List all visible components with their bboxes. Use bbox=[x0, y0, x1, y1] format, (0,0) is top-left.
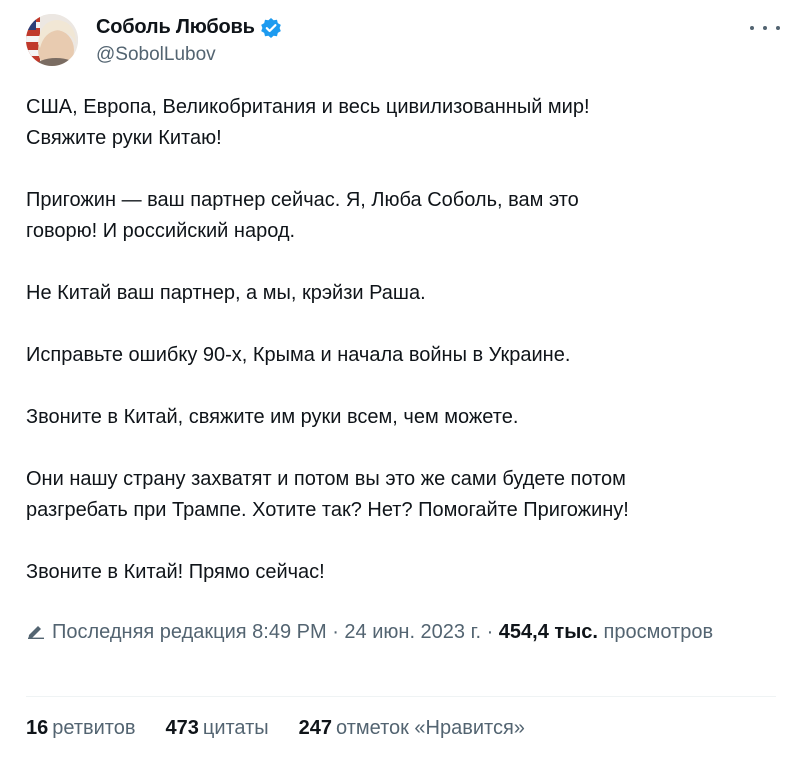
meta-separator: · bbox=[481, 621, 499, 643]
tweet-paragraph: США, Европа, Великобритания и весь цивил… bbox=[26, 96, 590, 149]
views-count: 454,4 тыс. bbox=[498, 621, 598, 643]
tweet-paragraph: Пригожин — ваш партнер сейчас. Я, Люба С… bbox=[26, 189, 579, 242]
more-horizontal-icon[interactable] bbox=[750, 18, 780, 38]
user-handle[interactable]: @SobolLubov bbox=[96, 44, 216, 66]
name-row: Соболь Любовь bbox=[96, 16, 282, 39]
tweet-text: США, Европа, Великобритания и весь цивил… bbox=[26, 92, 776, 619]
tweet-date[interactable]: 24 июн. 2023 г. bbox=[344, 621, 481, 643]
tweet-meta: Последняя редакция 8:49 PM · 24 июн. 202… bbox=[26, 618, 766, 647]
tweet-paragraph: Не Китай ваш партнер, а мы, крэйзи Раша. bbox=[26, 282, 426, 304]
pencil-icon bbox=[26, 619, 46, 639]
avatar-image bbox=[26, 14, 78, 66]
edited-label[interactable]: Последняя редакция bbox=[52, 621, 247, 643]
retweets-label: ретвитов bbox=[52, 717, 136, 739]
meta-separator: · bbox=[326, 621, 345, 643]
verified-badge-icon bbox=[260, 17, 282, 39]
likes-stat[interactable]: 247 отметок «Нравится» bbox=[299, 717, 525, 740]
retweets-count: 16 bbox=[26, 717, 49, 739]
tweet-paragraph: Звоните в Китай, свяжите им руки всем, ч… bbox=[26, 406, 519, 428]
tweet-time[interactable]: 8:49 PM bbox=[252, 621, 326, 643]
quotes-stat[interactable]: 473 цитаты bbox=[165, 717, 268, 740]
views-label: просмотров bbox=[603, 621, 714, 643]
retweets-stat[interactable]: 16 ретвитов bbox=[26, 717, 135, 740]
display-name[interactable]: Соболь Любовь bbox=[96, 16, 255, 39]
likes-count: 247 bbox=[298, 717, 333, 739]
quotes-label: цитаты bbox=[202, 717, 269, 739]
quotes-count: 473 bbox=[165, 717, 199, 739]
tweet-card: Соболь Любовь @SobolLubov США, Европа, В… bbox=[0, 0, 800, 763]
likes-label: отметок «Нравится» bbox=[336, 717, 525, 739]
tweet-paragraph: Звоните в Китай! Прямо сейчас! bbox=[26, 561, 325, 583]
divider bbox=[26, 696, 776, 697]
tweet-paragraph: Они нашу страну захватят и потом вы это … bbox=[26, 468, 629, 521]
tweet-paragraph: Исправьте ошибку 90-х, Крыма и начала во… bbox=[26, 344, 571, 366]
avatar[interactable] bbox=[26, 14, 78, 66]
tweet-stats: 16 ретвитов 473 цитаты 247 отметок «Нравитс… bbox=[26, 717, 555, 740]
